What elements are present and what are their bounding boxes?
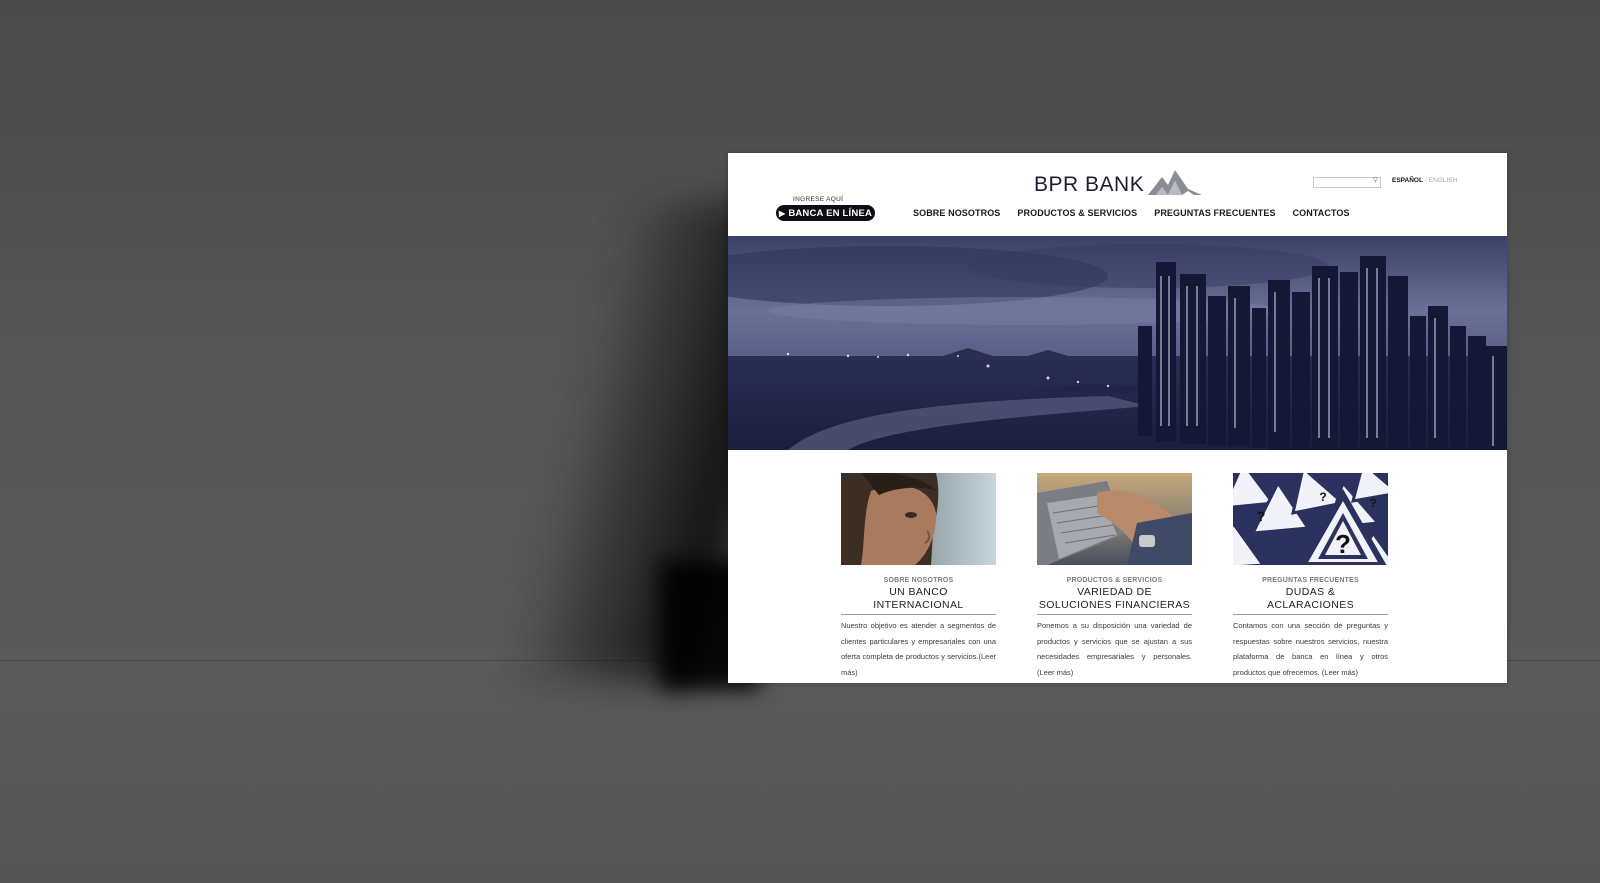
card-preguntas-frecuentes[interactable]: ? ? ? ? PREGUNTAS FRECUENTES DUDAS & ACL… [1233, 473, 1388, 680]
nav-sobre-nosotros[interactable]: SOBRE NOSOTROS [913, 208, 1000, 218]
card-body: Nuestro objetivo es atender a segmentos … [841, 621, 996, 677]
card-title-line1: UN BANCO [889, 586, 948, 598]
lang-espanol[interactable]: ESPAÑOL [1392, 177, 1423, 184]
card-image-laptop [1037, 473, 1192, 565]
card-title-line1: VARIEDAD DE [1077, 586, 1152, 598]
nav-contactos[interactable]: CONTACTOS [1293, 208, 1350, 218]
hero-banner-image [728, 236, 1507, 450]
card-sobre-nosotros[interactable]: SOBRE NOSOTROS UN BANCO INTERNACIONAL Nu… [841, 473, 996, 680]
nav-productos-servicios[interactable]: PRODUCTOS & SERVICIOS [1017, 208, 1137, 218]
online-banking-label: BANCA EN LÍNEA [788, 207, 873, 219]
svg-text:?: ? [1369, 496, 1376, 510]
language-switcher: ESPAÑOL / ENGLISH [1392, 177, 1457, 184]
lang-english[interactable]: ENGLISH [1429, 177, 1458, 184]
lang-separator: / [1424, 177, 1427, 184]
card-divider [1037, 614, 1192, 615]
card-title-line2: INTERNACIONAL [873, 598, 964, 611]
card-divider [841, 614, 996, 615]
card-eyebrow: PREGUNTAS FRECUENTES [1262, 577, 1359, 584]
card-eyebrow: SOBRE NOSOTROS [883, 577, 954, 584]
card-eyebrow: PRODUCTOS & SERVICIOS [1066, 577, 1163, 584]
login-eyebrow: INGRESE AQUÍ [793, 196, 844, 203]
card-divider [1233, 614, 1388, 615]
card-image-man [841, 473, 996, 565]
card-title-line1: DUDAS & [1285, 586, 1336, 598]
play-icon: ▶ [778, 208, 786, 218]
search-icon[interactable]: ⚲ [1373, 176, 1378, 184]
brand-logo[interactable]: BPR BANK [1034, 161, 1203, 197]
card-title-line2: ACLARACIONES [1266, 598, 1355, 611]
search-input[interactable]: ⚲ [1313, 177, 1381, 188]
card-body: Contamos con una sección de preguntas y … [1233, 621, 1388, 677]
nav-preguntas-frecuentes[interactable]: PREGUNTAS FRECUENTES [1154, 208, 1275, 218]
main-nav: SOBRE NOSOTROS PRODUCTOS & SERVICIOS PRE… [913, 208, 1367, 218]
svg-text:?: ? [1335, 529, 1351, 559]
card-image-question-signs: ? ? ? ? [1233, 473, 1388, 565]
card-title-line2: SOLUCIONES FINANCIERAS [1038, 598, 1191, 611]
website-mockup: BPR BANK ⚲ ESPAÑOL / ENGLISH INGRESE AQUÍ … [728, 153, 1507, 683]
card-body: Ponemos a su disposición una variedad de… [1037, 621, 1192, 677]
brand-name: BPR BANK [1034, 173, 1145, 196]
svg-text:?: ? [1319, 490, 1326, 504]
mountain-logo-icon [1148, 170, 1203, 195]
card-productos-servicios[interactable]: PRODUCTOS & SERVICIOS VARIEDAD DE SOLUCI… [1037, 473, 1192, 680]
svg-text:?: ? [1257, 508, 1266, 524]
online-banking-button[interactable]: ▶ BANCA EN LÍNEA [776, 205, 875, 221]
